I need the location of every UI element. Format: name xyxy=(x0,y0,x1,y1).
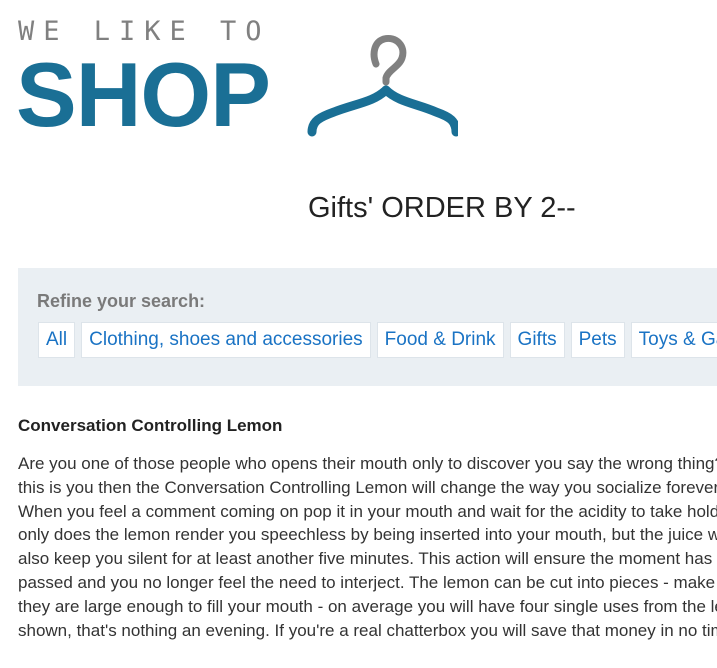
description-line: When you feel a comment coming on pop it… xyxy=(18,501,717,521)
logo-wordmark: SHOP xyxy=(16,45,271,146)
filter-all[interactable]: All xyxy=(38,322,76,358)
filter-gifts[interactable]: Gifts xyxy=(509,322,565,358)
product-item: Conversation Controlling Lemon Are you o… xyxy=(18,410,717,642)
product-description: Are you one of those people who opens th… xyxy=(18,452,717,642)
description-line: this is you then the Conversation Contro… xyxy=(18,477,717,497)
description-line: shown, that's nothing an evening. If you… xyxy=(18,620,717,640)
description-line: Are you one of those people who opens th… xyxy=(18,454,717,473)
refine-search-panel: Refine your search: All Clothing, shoes … xyxy=(18,268,717,386)
description-line: they are large enough to fill your mouth… xyxy=(18,596,717,616)
product-title: Conversation Controlling Lemon xyxy=(18,416,283,435)
filter-clothing[interactable]: Clothing, shoes and accessories xyxy=(81,322,371,358)
description-line: passed and you no longer feel the need t… xyxy=(18,572,717,592)
logo-tagline: WE LIKE TO xyxy=(18,16,271,47)
filter-food-drink[interactable]: Food & Drink xyxy=(376,322,504,358)
description-line: also keep you silent for at least anothe… xyxy=(18,549,713,569)
coat-hanger-icon xyxy=(307,34,458,137)
page: WE LIKE TO SHOP Gifts' ORDER BY 2-- Refi… xyxy=(0,0,717,668)
refine-label: Refine your search: xyxy=(37,291,206,311)
filter-pets[interactable]: Pets xyxy=(570,322,625,358)
site-logo[interactable]: WE LIKE TO SHOP xyxy=(16,14,476,146)
description-line: only does the lemon render you speechles… xyxy=(18,525,717,545)
category-filter-list: All Clothing, shoes and accessories Food… xyxy=(38,322,717,358)
page-title: Gifts' ORDER BY 2-- xyxy=(0,192,717,225)
filter-toys-games[interactable]: Toys & Games xyxy=(630,322,717,358)
page-title-text: Gifts' ORDER BY 2-- xyxy=(308,192,576,224)
